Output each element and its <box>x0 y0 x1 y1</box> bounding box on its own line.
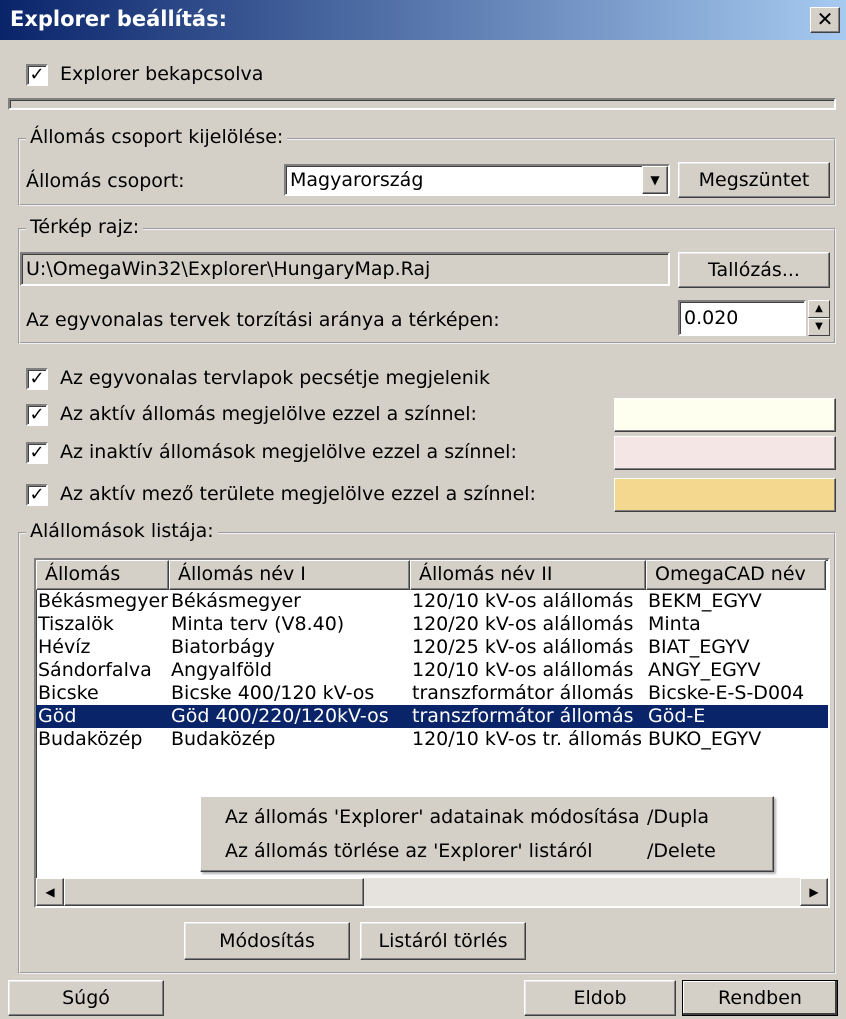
column-header[interactable]: Állomás név I <box>169 560 410 590</box>
cell: BEKM_EGYV <box>648 590 762 612</box>
stamp-label: Az egyvonalas tervlapok pecsétje megjele… <box>60 367 491 389</box>
active-field-checkbox[interactable]: ✓ <box>26 484 48 506</box>
column-header[interactable]: OmegaCAD név <box>646 560 826 590</box>
cell: 120/10 kV-os alállomás <box>412 659 634 681</box>
cell: Békásmegyer <box>171 590 301 612</box>
inactive-station-color-swatch[interactable] <box>614 436 836 470</box>
cell: Minta <box>648 613 701 635</box>
column-header[interactable]: Állomás <box>36 560 169 590</box>
window-title: Explorer beállítás: <box>10 7 227 31</box>
stamp-checkbox[interactable]: ✓ <box>26 368 48 390</box>
scroll-left-icon[interactable]: ◀ <box>36 878 64 906</box>
cell: 120/10 kV-os tr. állomás <box>412 728 643 750</box>
distortion-input[interactable]: 0.020 <box>678 300 806 336</box>
explorer-enabled-checkbox[interactable]: ✓ <box>26 64 48 86</box>
cell: Bicske-E-S-D004 <box>648 682 805 704</box>
map-path-value: U:\OmegaWin32\Explorer\HungaryMap.Raj <box>26 258 431 280</box>
close-icon: ✕ <box>816 7 834 31</box>
separator-bar <box>8 98 836 110</box>
active-field-label: Az aktív mező területe megjelölve ezzel … <box>60 483 536 505</box>
cell: Budaközép <box>38 728 143 750</box>
table-row[interactable]: Tiszalök Minta terv (V8.40) 120/20 kV-os a… <box>36 613 828 636</box>
menu-item-modify[interactable]: Az állomás 'Explorer' adatainak módosítá… <box>201 800 773 834</box>
cell: BIAT_EGYV <box>648 636 750 658</box>
checkmark-icon: ✓ <box>29 64 45 85</box>
menu-item-shortcut: /Dupla <box>647 806 710 828</box>
active-station-checkbox[interactable]: ✓ <box>26 404 48 426</box>
help-button[interactable]: Súgó <box>8 980 164 1016</box>
spin-up-icon[interactable]: ▲ <box>808 300 830 318</box>
station-group-select[interactable]: Magyarország ▼ <box>284 164 670 196</box>
cell: Békásmegyer <box>38 590 168 612</box>
menu-item-label: Az állomás 'Explorer' adatainak módosítá… <box>225 806 640 828</box>
checkmark-icon: ✓ <box>29 404 45 425</box>
cell: Bicske <box>38 682 99 704</box>
explorer-enabled-label: Explorer bekapcsolva <box>60 63 264 85</box>
station-group-value: Magyarország <box>290 169 424 191</box>
remove-from-list-button[interactable]: Listáról törlés <box>360 922 526 960</box>
menu-item-label: Az állomás törlése az 'Explorer' listáró… <box>225 840 593 862</box>
spin-down-icon[interactable]: ▼ <box>808 318 830 336</box>
table-row[interactable]: Hévíz Biatorbágy 120/25 kV-os alállomás BIA… <box>36 636 828 659</box>
cell: Minta terv (V8.40) <box>171 613 345 635</box>
map-legend: Térkép rajz: <box>26 216 144 238</box>
active-field-color-swatch[interactable] <box>614 478 836 512</box>
scroll-thumb[interactable] <box>64 878 364 906</box>
cell: Angyalföld <box>171 659 272 681</box>
substations-legend: Alállomások listája: <box>26 520 218 542</box>
cell: 120/10 kV-os alállomás <box>412 590 634 612</box>
cell: transzformátor állomás <box>412 705 634 727</box>
cell: Biatorbágy <box>171 636 275 658</box>
cell: transzformátor állomás <box>412 682 634 704</box>
cell: 120/25 kV-os alállomás <box>412 636 634 658</box>
station-group-legend: Állomás csoport kijelölése: <box>26 126 288 148</box>
station-group-label: Állomás csoport: <box>26 170 185 192</box>
checkmark-icon: ✓ <box>29 442 45 463</box>
table-row[interactable]: Sándorfalva Angyalföld 120/10 kV-os alállo… <box>36 659 828 682</box>
table-row-selected[interactable]: Göd Göd 400/220/120kV-os transzformátor ál… <box>36 705 828 728</box>
distortion-value: 0.020 <box>684 307 739 329</box>
close-button[interactable]: ✕ <box>810 7 840 33</box>
inactive-station-checkbox[interactable]: ✓ <box>26 442 48 464</box>
inactive-station-label: Az inaktív állomások megjelölve ezzel a … <box>60 441 517 463</box>
cell: ANGY_EGYV <box>648 659 761 681</box>
menu-item-shortcut: /Delete <box>647 840 716 862</box>
table-row[interactable]: Békásmegyer Békásmegyer 120/10 kV-os aláll… <box>36 590 828 613</box>
checkmark-icon: ✓ <box>29 368 45 389</box>
dropdown-arrow-icon[interactable]: ▼ <box>642 166 668 194</box>
horizontal-scrollbar[interactable]: ◀ ▶ <box>36 878 828 906</box>
context-menu: Az állomás 'Explorer' adatainak módosítá… <box>200 796 774 872</box>
browse-button[interactable]: Tallózás... <box>678 252 830 288</box>
column-header[interactable]: Állomás név II <box>410 560 646 590</box>
list-body: Békásmegyer Békásmegyer 120/10 kV-os aláll… <box>36 590 828 751</box>
ok-button[interactable]: Rendben <box>682 980 838 1016</box>
cell: BUKO_EGYV <box>648 728 762 750</box>
table-row[interactable]: Bicske Bicske 400/120 kV-os transzformátor… <box>36 682 828 705</box>
clear-group-button[interactable]: Megszüntet <box>678 162 830 198</box>
list-header: Állomás Állomás név I Állomás név II Ome… <box>36 560 828 590</box>
cell: Göd <box>38 705 77 727</box>
cell: Bicske 400/120 kV-os <box>171 682 375 704</box>
checkmark-icon: ✓ <box>29 484 45 505</box>
menu-item-delete[interactable]: Az állomás törlése az 'Explorer' listáró… <box>201 834 773 868</box>
table-row[interactable]: Budaközép Budaközép 120/10 kV-os tr. állom… <box>36 728 828 751</box>
cell: 120/20 kV-os alállomás <box>412 613 634 635</box>
cancel-button[interactable]: Eldob <box>524 980 676 1016</box>
cell: Sándorfalva <box>38 659 152 681</box>
cell: Göd-E <box>648 705 706 727</box>
map-path-field[interactable]: U:\OmegaWin32\Explorer\HungaryMap.Raj <box>20 252 670 286</box>
distortion-spinner[interactable]: ▲ ▼ <box>808 300 830 336</box>
cell: Hévíz <box>38 636 91 658</box>
distortion-label: Az egyvonalas tervek torzítási aránya a … <box>26 309 500 331</box>
cell: Göd 400/220/120kV-os <box>171 705 389 727</box>
cell: Tiszalök <box>38 613 114 635</box>
active-station-color-swatch[interactable] <box>614 398 836 432</box>
cell: Budaközép <box>171 728 276 750</box>
scroll-right-icon[interactable]: ▶ <box>800 878 828 906</box>
modify-button[interactable]: Módosítás <box>184 922 350 960</box>
active-station-label: Az aktív állomás megjelölve ezzel a szín… <box>60 403 477 425</box>
